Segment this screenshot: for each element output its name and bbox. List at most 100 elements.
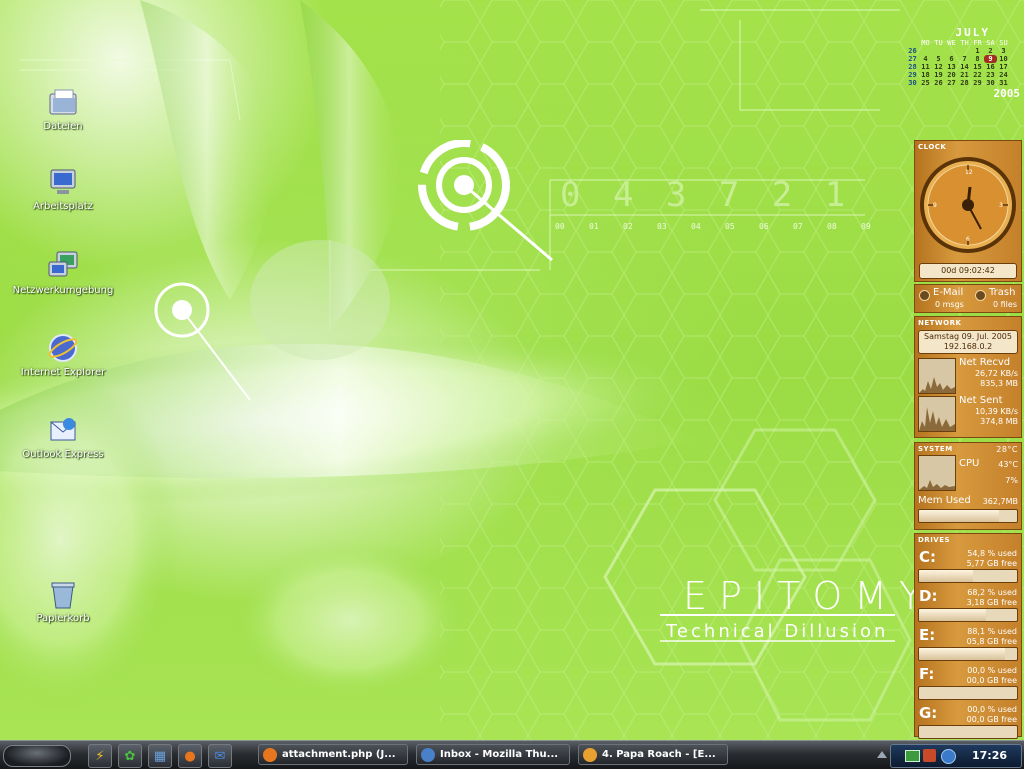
messenger-icon[interactable] <box>941 749 956 764</box>
desktop-icon-label: Internet Explorer <box>20 367 106 378</box>
mem-value: 362,7MB <box>982 497 1018 506</box>
calendar-day[interactable]: 27 <box>945 79 958 87</box>
net-sent-graph <box>918 396 956 432</box>
calendar-day[interactable]: 28 <box>958 79 971 87</box>
calendar-day[interactable]: 14 <box>958 63 971 71</box>
calendar-day[interactable] <box>932 47 945 55</box>
calendar-day[interactable]: 21 <box>958 71 971 79</box>
calendar-day[interactable]: 4 <box>919 55 932 63</box>
drive-free: 3,18 GB free <box>966 598 1017 607</box>
calendar-day[interactable]: 2 <box>984 47 997 55</box>
mail-icon[interactable] <box>905 750 920 762</box>
calendar-day[interactable]: 31 <box>997 79 1010 87</box>
lightning-icon[interactable]: ⚡ <box>88 744 112 768</box>
trash-label[interactable]: Trash <box>989 287 1015 298</box>
calendar-day[interactable]: 10 <box>997 55 1010 63</box>
drive-e[interactable]: E: 88,1 % used 05,8 GB free <box>915 624 1021 663</box>
calendar-day[interactable]: 8 <box>971 55 984 63</box>
calendar-week-number: 28 <box>908 63 917 71</box>
clock-number-6: 6 <box>966 236 970 243</box>
cpu-graph <box>918 455 956 491</box>
scale-label: 02 <box>623 222 633 231</box>
calendar-day[interactable]: 1 <box>971 47 984 55</box>
outlook-icon[interactable]: ✉ <box>208 744 232 768</box>
net-recv-graph <box>918 358 956 394</box>
task-button[interactable]: Inbox - Mozilla Thu... <box>416 744 570 765</box>
drive-free: 00,0 GB free <box>966 715 1017 724</box>
calendar-month: JULY <box>955 26 990 39</box>
drive-g[interactable]: G: 00,0 % used 00,0 GB free <box>915 702 1021 741</box>
tray-expand-icon[interactable] <box>877 751 887 758</box>
calendar-day[interactable]: 30 <box>984 79 997 87</box>
email-label[interactable]: E-Mail <box>933 287 963 298</box>
desktop-icon-netzwerkumgebung[interactable]: Netzwerkumgebung <box>8 250 118 296</box>
desktop-icon-outlook-express[interactable]: Outlook Express <box>8 414 118 460</box>
desktop-icon-internet-explorer[interactable]: Internet Explorer <box>8 332 118 378</box>
calendar-weekday: FR <box>973 39 982 47</box>
calendar-day[interactable]: 5 <box>932 55 945 63</box>
security-icon[interactable] <box>923 749 936 762</box>
calendar-day[interactable]: 29 <box>971 79 984 87</box>
calendar-weekday: WE <box>947 39 956 47</box>
network-panel: NETWORK Samstag 09. Jul. 2005 192.168.0.… <box>914 316 1022 438</box>
calendar-day[interactable]: 19 <box>932 71 945 79</box>
task-button[interactable]: attachment.php (J... <box>258 744 408 765</box>
net-recv-rate: 26,72 KB/s <box>974 369 1018 378</box>
my-computer-icon <box>50 169 76 194</box>
calendar-day[interactable] <box>945 47 958 55</box>
net-recv-row: Net Recvd 26,72 KB/s 835,3 MB <box>915 355 1021 395</box>
calendar-day[interactable]: 25 <box>919 79 932 87</box>
desktop-icon-papierkorb[interactable]: Papierkorb <box>8 578 118 624</box>
network-title: NETWORK <box>918 319 962 327</box>
drive-f[interactable]: F: 00,0 % used 00,0 GB free <box>915 663 1021 702</box>
calendar-day[interactable]: 7 <box>958 55 971 63</box>
task-button[interactable]: 4. Papa Roach - [E... <box>578 744 728 765</box>
calendar-day-today[interactable]: 9 <box>984 55 997 63</box>
system-temp: 28°C <box>996 445 1018 454</box>
net-sent-total: 374,8 MB <box>980 417 1018 426</box>
scale-label: 08 <box>827 222 837 231</box>
email-indicator-icon <box>919 290 930 301</box>
drive-usage-bar <box>918 647 1018 661</box>
start-button[interactable] <box>3 745 71 767</box>
calendar-day[interactable]: 26 <box>932 79 945 87</box>
system-title-row: SYSTEM 28°C <box>915 443 1021 455</box>
tray-clock[interactable]: 17:26 <box>972 749 1007 762</box>
desktop-icon-dateien[interactable]: Dateien <box>8 86 118 132</box>
calendar-weekday: MO <box>921 39 930 47</box>
system-panel: SYSTEM 28°C CPU 43°C 7% Mem Used 362,7MB <box>914 442 1022 530</box>
task-label: Inbox - Mozilla Thu... <box>440 749 559 760</box>
calendar-week-row: 30 25 26 27 28 29 30 31 <box>906 79 1020 87</box>
calendar-day[interactable]: 24 <box>997 71 1010 79</box>
calendar-day[interactable]: 13 <box>945 63 958 71</box>
firefox-icon[interactable]: ● <box>178 744 202 768</box>
network-info-box: Samstag 09. Jul. 2005 192.168.0.2 <box>918 330 1018 354</box>
drive-c[interactable]: C: 54,8 % used 5,77 GB free <box>915 546 1021 585</box>
scale-label: 07 <box>793 222 803 231</box>
calendar-day[interactable]: 12 <box>932 63 945 71</box>
calendar-day[interactable]: 6 <box>945 55 958 63</box>
drive-used: 68,2 % used <box>967 588 1017 597</box>
desktop-icon[interactable]: ▦ <box>148 744 172 768</box>
drive-d[interactable]: D: 68,2 % used 3,18 GB free <box>915 585 1021 624</box>
thunderbird-icon <box>421 747 435 762</box>
calendar-day[interactable]: 23 <box>984 71 997 79</box>
calendar-day[interactable]: 11 <box>919 63 932 71</box>
calendar-day[interactable]: 3 <box>997 47 1010 55</box>
calendar-day[interactable]: 18 <box>919 71 932 79</box>
calendar-day[interactable]: 16 <box>984 63 997 71</box>
scale-label: 05 <box>725 222 735 231</box>
calendar-day[interactable]: 20 <box>945 71 958 79</box>
calendar-day[interactable] <box>919 47 932 55</box>
icq-icon[interactable]: ✿ <box>118 744 142 768</box>
internet-explorer-icon <box>48 334 78 362</box>
calendar-week-number: 26 <box>908 47 917 55</box>
calendar-day[interactable]: 15 <box>971 63 984 71</box>
calendar-day[interactable]: 22 <box>971 71 984 79</box>
calendar-year: 2005 <box>993 87 1021 100</box>
calendar-weekdays: MO TU WE TH FR SA SU <box>906 39 1020 47</box>
calendar-day[interactable] <box>958 47 971 55</box>
desktop-icon-arbeitsplatz[interactable]: Arbeitsplatz <box>8 166 118 212</box>
calendar-day[interactable]: 17 <box>997 63 1010 71</box>
drive-letter: C: <box>919 548 937 566</box>
